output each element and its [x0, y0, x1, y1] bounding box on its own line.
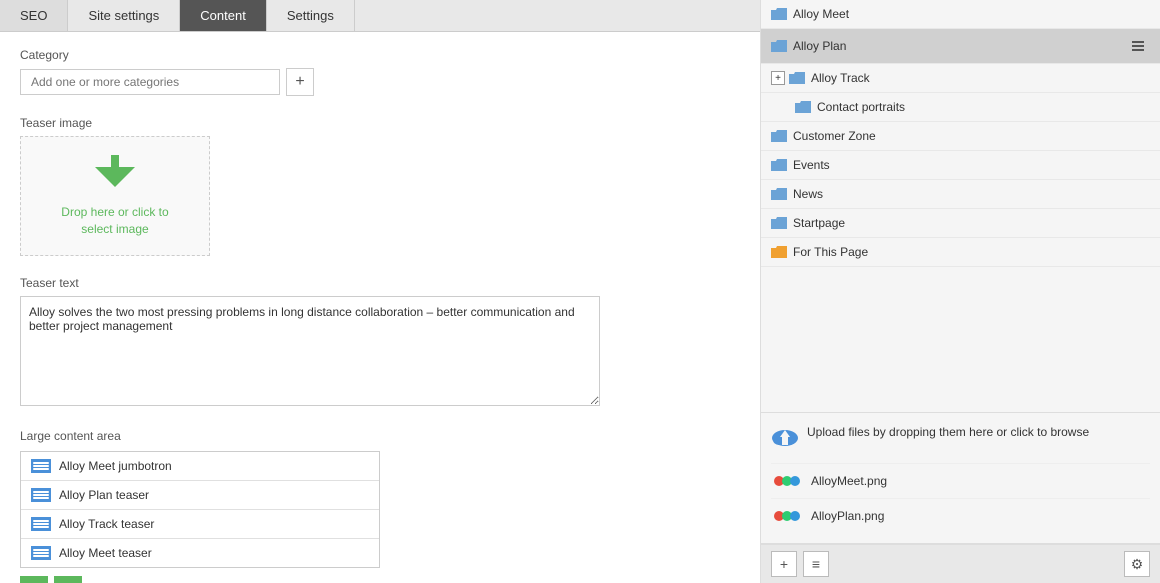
upload-text: Upload files by dropping them here or cl…	[807, 423, 1089, 441]
bottom-bar: + ≡ ⚙	[761, 544, 1160, 583]
file-name-0: AlloyMeet.png	[811, 474, 887, 488]
category-input[interactable]	[20, 69, 280, 95]
add-category-button[interactable]: +	[286, 68, 314, 96]
tree-item-customer-zone[interactable]: Customer Zone	[761, 122, 1160, 151]
cloud-upload-icon	[771, 425, 799, 453]
tabs-bar: SEO Site settings Content Settings	[0, 0, 760, 32]
teaser-image-label: Teaser image	[20, 116, 740, 130]
drop-text: Drop here or click to select image	[61, 204, 168, 238]
left-panel: SEO Site settings Content Settings Categ…	[0, 0, 760, 583]
tree-label-for-this-page: For This Page	[793, 245, 868, 259]
file-name-1: AlloyPlan.png	[811, 509, 884, 523]
tree-label-events: Events	[793, 158, 830, 172]
large-content-label: Large content area	[20, 429, 740, 443]
block-label-0: Alloy Meet jumbotron	[59, 459, 172, 473]
tree-label-customer-zone: Customer Zone	[793, 129, 876, 143]
list-view-button[interactable]: ≡	[803, 551, 829, 577]
large-content-row: Large content area Alloy Meet jumbotron	[20, 429, 740, 583]
tab-content[interactable]: Content	[180, 0, 267, 31]
category-controls: +	[20, 68, 740, 96]
expand-button-alloy-track[interactable]: +	[771, 71, 785, 85]
teaser-text-input[interactable]: Alloy solves the two most pressing probl…	[20, 296, 600, 406]
tree-item-startpage[interactable]: Startpage	[761, 209, 1160, 238]
folder-icon-contact-portraits	[795, 101, 811, 113]
add-block-button[interactable]: +	[20, 576, 48, 583]
teaser-text-row: Teaser text Alloy solves the two most pr…	[20, 276, 740, 409]
tree-item-contact-portraits[interactable]: Contact portraits	[761, 93, 1160, 122]
file-item-0[interactable]: AlloyMeet.png	[771, 463, 1150, 498]
file-thumb-0	[771, 470, 803, 492]
content-blocks-list: Alloy Meet jumbotron Alloy Plan teaser	[20, 451, 380, 568]
edit-block-button[interactable]: ✎	[54, 576, 82, 583]
tree-item-alloy-meet[interactable]: Alloy Meet	[761, 0, 1160, 29]
tree-label-alloy-meet: Alloy Meet	[793, 7, 849, 21]
drop-text-line2: select image	[81, 222, 148, 236]
block-item-2[interactable]: Alloy Track teaser	[21, 510, 379, 539]
tree-section: Alloy Meet Alloy Plan + Alloy Track	[761, 0, 1160, 413]
add-item-button[interactable]: +	[771, 551, 797, 577]
folder-icon-alloy-track	[789, 72, 805, 84]
block-item-1[interactable]: Alloy Plan teaser	[21, 481, 379, 510]
file-item-1[interactable]: AlloyPlan.png	[771, 498, 1150, 533]
content-area: Category + Teaser image Drop here or cli…	[0, 32, 760, 583]
image-drop-zone[interactable]: Drop here or click to select image	[20, 136, 210, 256]
block-icon-0	[31, 459, 51, 473]
block-label-3: Alloy Meet teaser	[59, 546, 152, 560]
folder-icon-for-this-page	[771, 246, 787, 258]
tree-item-alloy-plan[interactable]: Alloy Plan	[761, 29, 1160, 64]
gear-settings-button[interactable]: ⚙	[1124, 551, 1150, 577]
tree-item-for-this-page[interactable]: For This Page	[761, 238, 1160, 267]
teaser-image-row: Teaser image Drop here or click to selec…	[20, 116, 740, 256]
tree-item-alloy-track[interactable]: + Alloy Track	[761, 64, 1160, 93]
block-label-1: Alloy Plan teaser	[59, 488, 149, 502]
folder-icon-startpage	[771, 217, 787, 229]
tree-label-alloy-plan: Alloy Plan	[793, 39, 846, 53]
tree-item-news[interactable]: News	[761, 180, 1160, 209]
right-panel: Alloy Meet Alloy Plan + Alloy Track	[760, 0, 1160, 583]
drop-text-line1: Drop here or click to	[61, 205, 168, 219]
download-icon	[95, 154, 135, 196]
folder-icon-alloy-plan	[771, 40, 787, 52]
block-item-0[interactable]: Alloy Meet jumbotron	[21, 452, 379, 481]
tree-label-startpage: Startpage	[793, 216, 845, 230]
folder-icon-alloy-meet	[771, 8, 787, 20]
list-action-icon	[1132, 40, 1144, 52]
tab-settings[interactable]: Settings	[267, 0, 355, 31]
teaser-text-label: Teaser text	[20, 276, 740, 290]
block-item-3[interactable]: Alloy Meet teaser	[21, 539, 379, 567]
files-section: Upload files by dropping them here or cl…	[761, 413, 1160, 544]
folder-icon-customer-zone	[771, 130, 787, 142]
tab-seo[interactable]: SEO	[0, 0, 68, 31]
tab-site-settings[interactable]: Site settings	[68, 0, 180, 31]
block-label-2: Alloy Track teaser	[59, 517, 154, 531]
tree-label-contact-portraits: Contact portraits	[817, 100, 905, 114]
tree-label-alloy-track: Alloy Track	[811, 71, 870, 85]
upload-area[interactable]: Upload files by dropping them here or cl…	[771, 423, 1150, 453]
block-icon-1	[31, 488, 51, 502]
folder-icon-events	[771, 159, 787, 171]
folder-icon-news	[771, 188, 787, 200]
tree-item-events[interactable]: Events	[761, 151, 1160, 180]
category-label: Category	[20, 48, 740, 62]
category-row: Category +	[20, 48, 740, 96]
block-icon-2	[31, 517, 51, 531]
tree-label-news: News	[793, 187, 823, 201]
file-thumb-1	[771, 505, 803, 527]
content-block-actions: + ✎	[20, 568, 740, 583]
block-icon-3	[31, 546, 51, 560]
tree-actions-alloy-plan[interactable]	[1126, 36, 1150, 56]
